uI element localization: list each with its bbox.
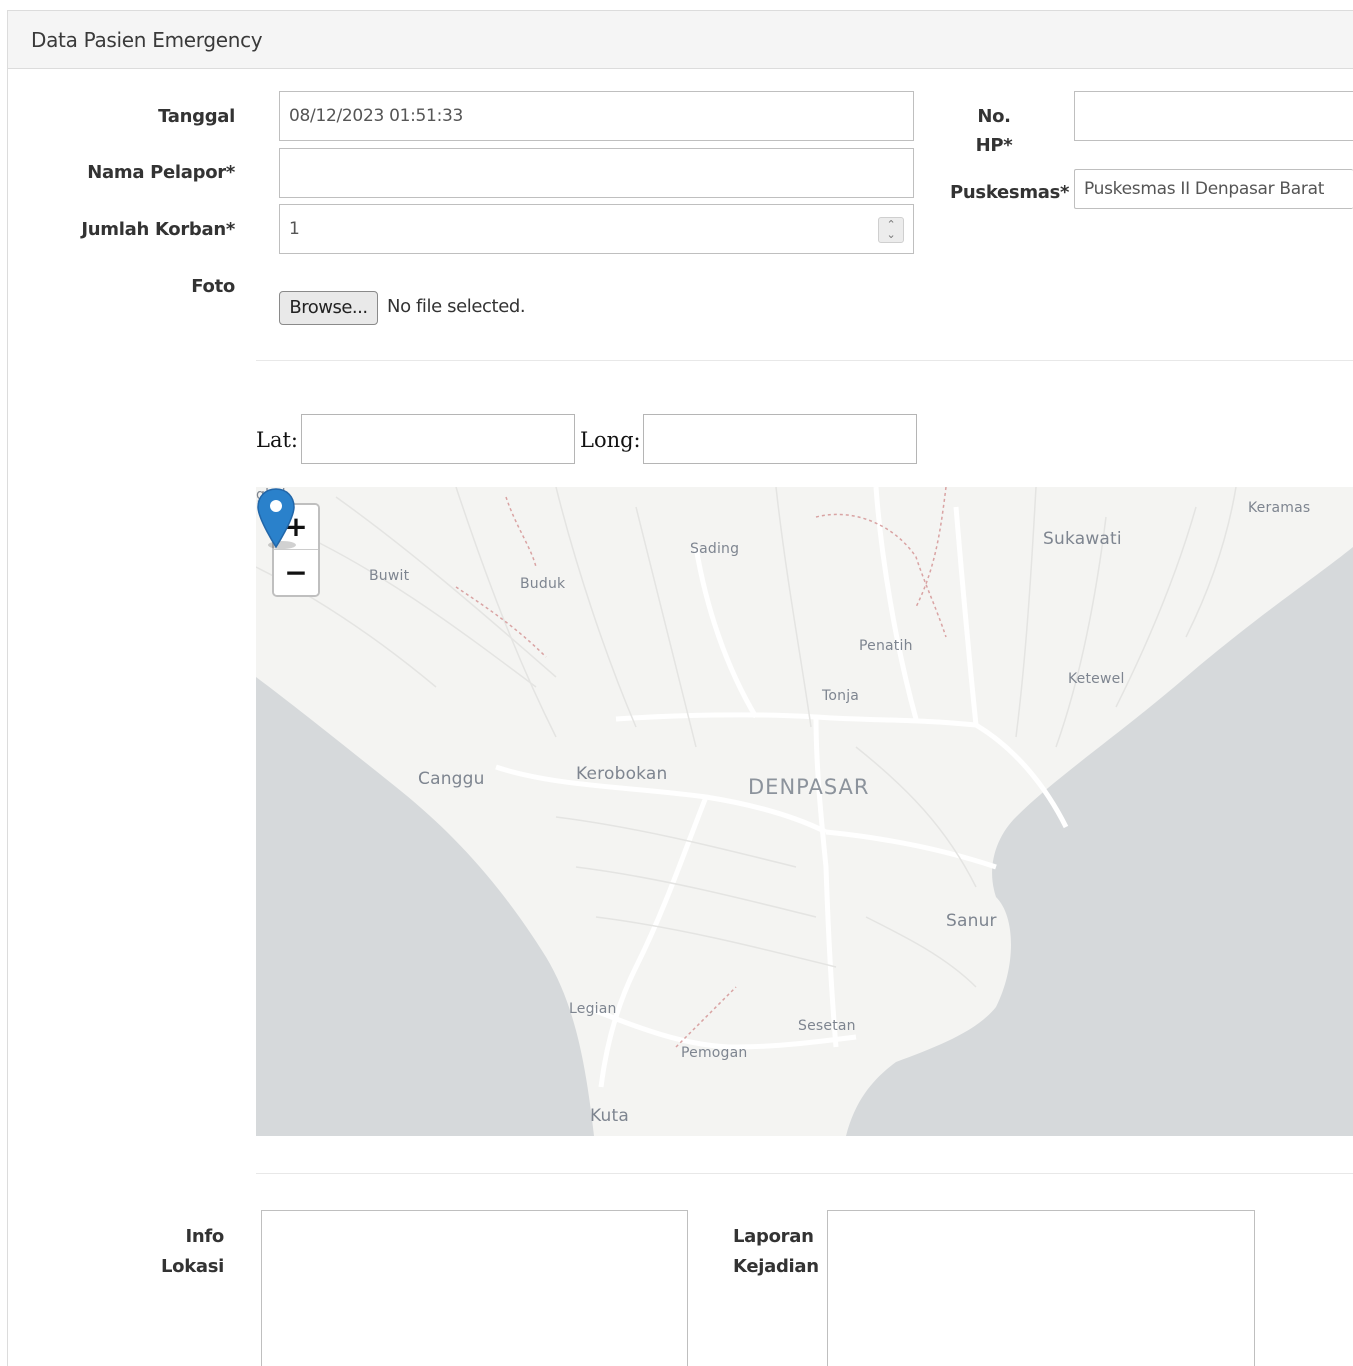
water-west [256, 677, 594, 1136]
info-lokasi-label-line2: Lokasi [160, 1256, 224, 1277]
tanggal-label: Tanggal [158, 106, 235, 127]
divider [256, 360, 1353, 361]
no-hp-label: No. HP* [960, 102, 1028, 160]
info-lokasi-label: Info Lokasi [150, 1222, 224, 1282]
map-place: Kuta [590, 1106, 629, 1126]
map-place: Keramas [1248, 500, 1311, 516]
tanggal-field[interactable]: 08/12/2023 01:51:33 [279, 91, 914, 141]
panel-title: Data Pasien Emergency [31, 28, 263, 52]
map-place: Buduk [520, 576, 566, 592]
zoom-out-button[interactable]: − [274, 551, 318, 595]
map-place: Buwit [369, 568, 410, 584]
long-label: Long: [580, 428, 641, 452]
laporan-kejadian-label-line1: Laporan [733, 1226, 814, 1247]
foto-label: Foto [191, 276, 235, 297]
divider [256, 1173, 1353, 1174]
lat-input[interactable] [301, 414, 575, 464]
map-place-city: DENPASAR [748, 775, 870, 799]
laporan-kejadian-label-line2: Kejadian [733, 1256, 819, 1277]
location-marker-icon[interactable] [256, 487, 296, 551]
info-lokasi-label-line1: Info [185, 1226, 224, 1247]
no-hp-label-line2: HP* [975, 135, 1013, 156]
map-place: Penatih [859, 638, 913, 654]
map-place: Canggu [418, 769, 485, 789]
laporan-kejadian-textarea[interactable] [827, 1210, 1255, 1366]
puskesmas-select[interactable]: Puskesmas II Denpasar Barat [1074, 169, 1353, 209]
info-lokasi-textarea[interactable] [261, 1210, 688, 1366]
location-map[interactable]: gkel Sading Keramas Sukawati Buwit Buduk… [256, 487, 1353, 1136]
map-place: Tonja [822, 688, 860, 704]
puskesmas-label: Puskesmas* [950, 182, 1070, 203]
panel-heading: Data Pasien Emergency [8, 11, 1353, 69]
no-hp-field[interactable] [1074, 91, 1353, 141]
browse-button[interactable]: Browse... [279, 291, 378, 325]
jumlah-korban-field[interactable]: 1 ⌃ ⌄ [279, 204, 914, 254]
spinner-down-icon[interactable]: ⌄ [887, 229, 896, 240]
no-hp-label-line1: No. [977, 106, 1011, 127]
jumlah-korban-value: 1 [289, 219, 300, 239]
number-spinner[interactable]: ⌃ ⌄ [878, 217, 904, 243]
jumlah-korban-label: Jumlah Korban* [81, 219, 235, 240]
map-place: Ketewel [1068, 671, 1125, 687]
long-input[interactable] [643, 414, 917, 464]
nama-pelapor-label: Nama Pelapor* [87, 162, 235, 183]
map-place: Kerobokan [576, 764, 668, 784]
map-tiles [256, 487, 1353, 1136]
map-place: Sading [690, 541, 740, 557]
map-place: Legian [569, 1001, 617, 1017]
map-place: Pemogan [681, 1045, 748, 1061]
laporan-kejadian-label: Laporan Kejadian [733, 1222, 823, 1282]
lat-label: Lat: [256, 428, 298, 452]
map-place: Sanur [946, 911, 997, 931]
nama-pelapor-field[interactable] [279, 148, 914, 198]
map-place: Sukawati [1043, 529, 1122, 549]
water-east [846, 547, 1353, 1136]
file-status: No file selected. [387, 296, 526, 317]
map-place: Sesetan [798, 1018, 856, 1034]
